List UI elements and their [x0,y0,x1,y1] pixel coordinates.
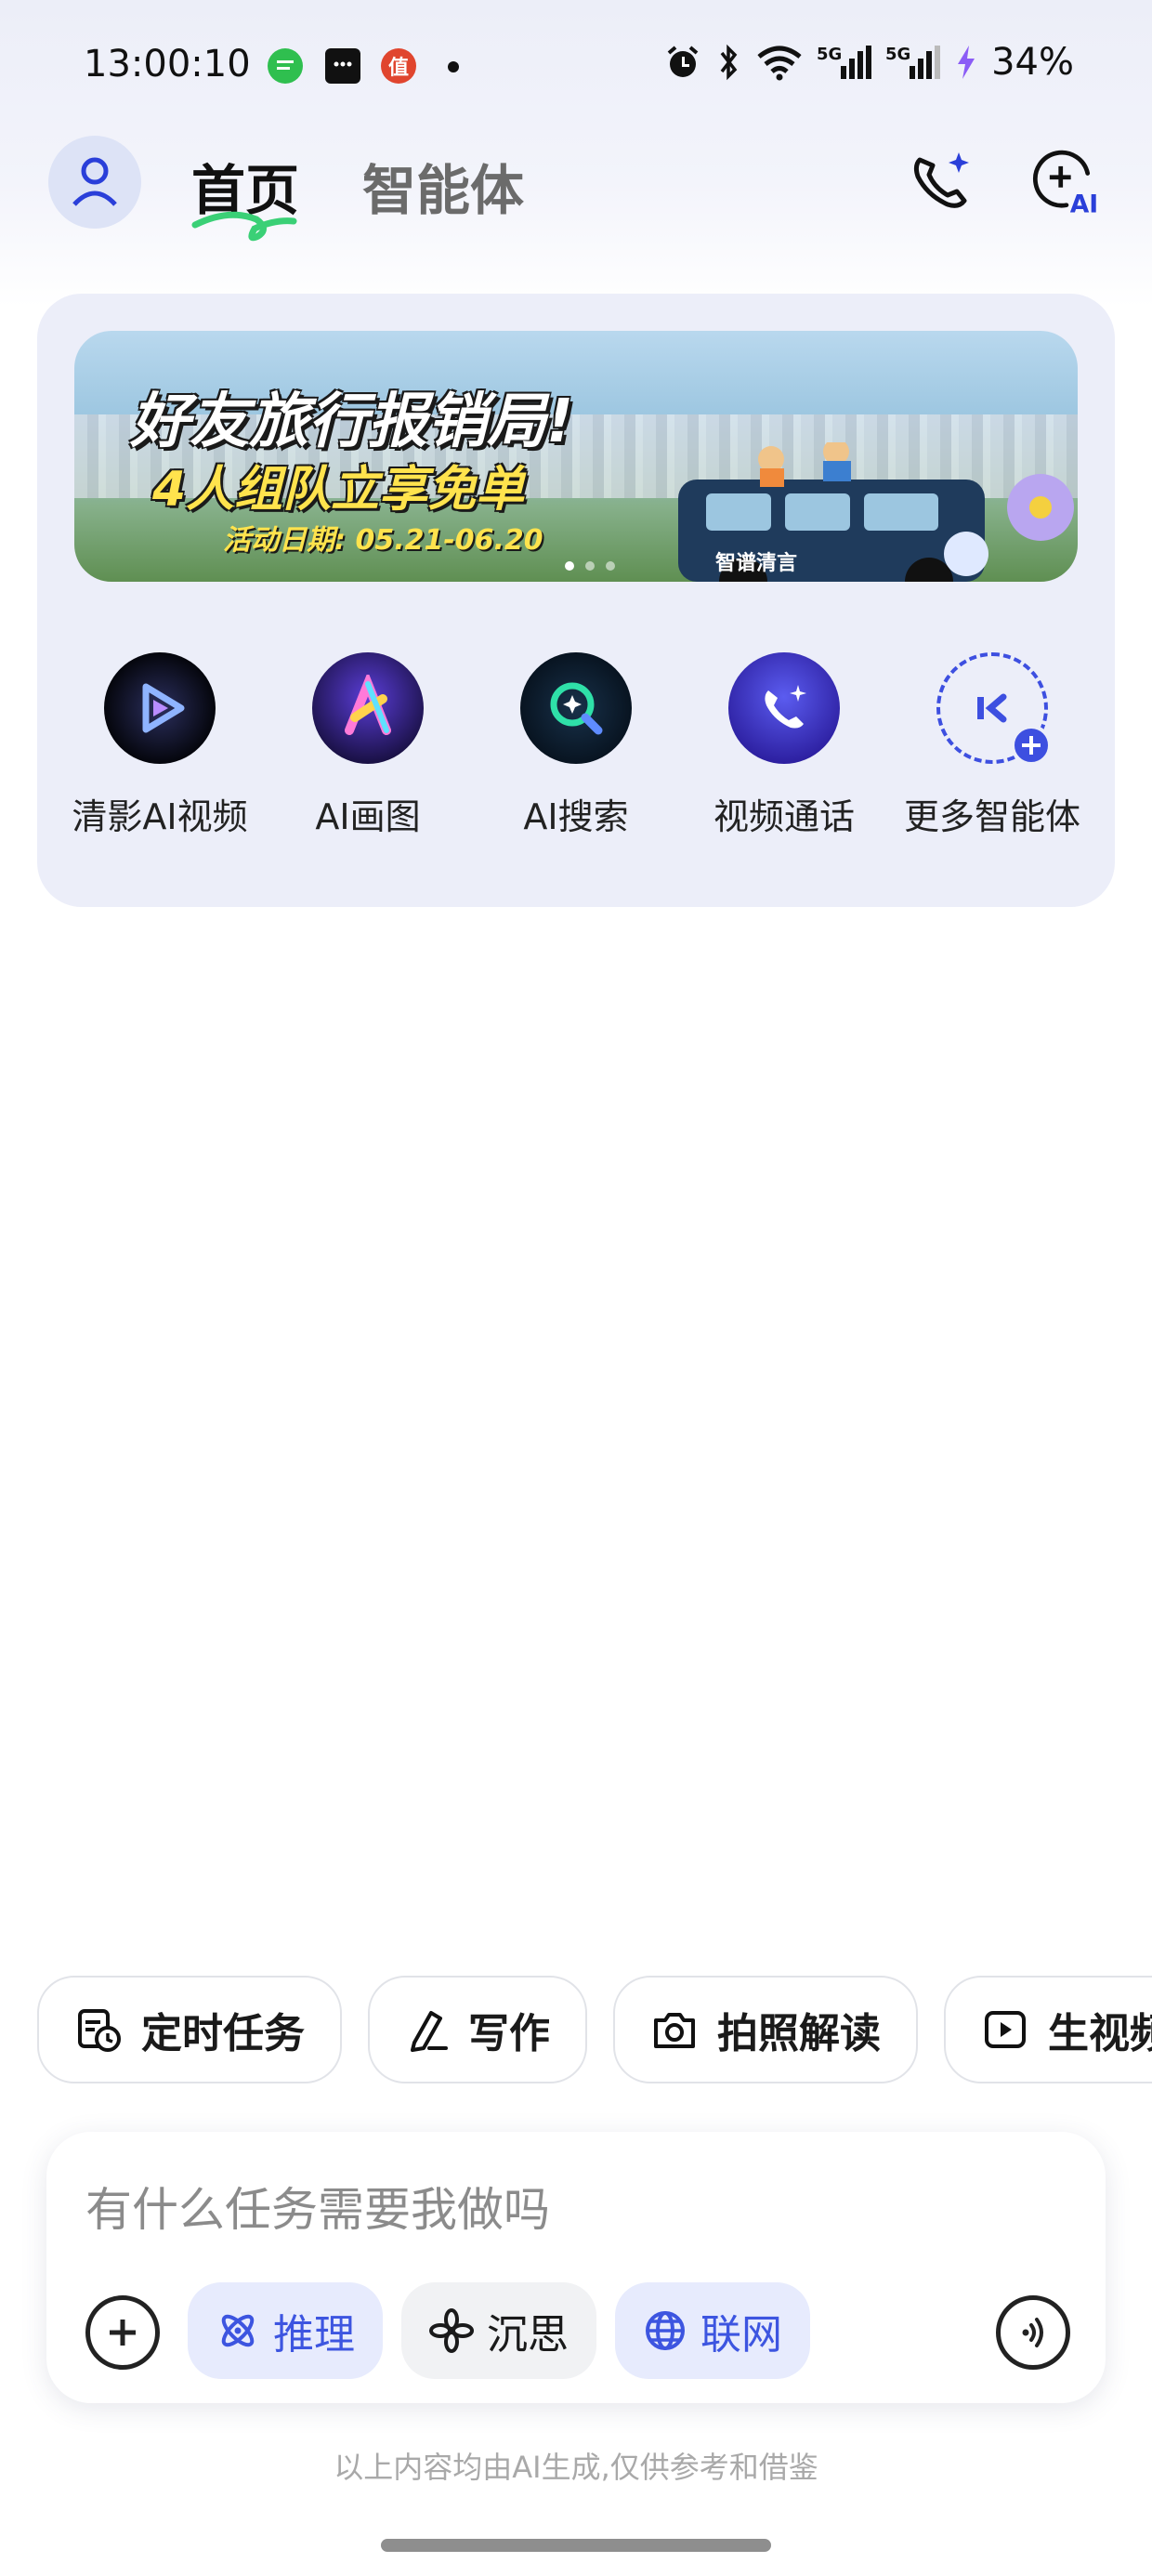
chip-video-gen[interactable]: 生视频 [944,1976,1152,2083]
battery-percent: 34% [991,41,1074,84]
chip-photo-read[interactable]: 拍照解读 [613,1976,918,2083]
atom-icon [221,2314,255,2347]
scheduled-task-icon [78,2009,121,2052]
mode-label: 推理 [273,2311,355,2359]
chip-label: 定时任务 [141,2010,305,2057]
ai-search-icon [520,652,632,764]
phone-ai-button[interactable] [907,147,977,217]
profile-icon [72,157,117,206]
pager-dot [565,561,574,571]
promo-banner[interactable]: 好友旅行报销局! 4人组队立享免单 活动日期: 05.21-06.20 智谱清言 [74,331,1078,582]
add-ai-icon: AI [1033,150,1098,218]
app-badge-icon: 值 [381,48,416,84]
message-icon [325,48,360,84]
shortcut-label: AI搜索 [523,796,629,837]
status-time: 13:00:10 [84,43,251,85]
mode-label: 沉思 [487,2311,569,2359]
shortcut-label: 视频通话 [713,796,855,837]
charging-icon [958,46,975,79]
shortcut-grid: 清影AI视频 AI画图 AI搜索 视频通话 更多智能体 [37,652,1115,857]
plus-icon [110,2320,136,2346]
feature-card: 好友旅行报销局! 4人组队立享免单 活动日期: 05.21-06.20 智谱清言… [37,294,1115,907]
chip-label: 拍照解读 [717,2010,881,2057]
pager-dot [606,561,615,571]
video-call-icon [728,652,840,764]
play-icon [985,2011,1026,2048]
bluetooth-icon [720,44,738,81]
flower-icon [429,2308,474,2353]
shortcut-more-agents[interactable]: 更多智能体 [888,652,1096,839]
tab-active-underline [191,211,297,242]
mode-contemplate[interactable]: 沉思 [401,2282,596,2379]
voice-icon [1022,2318,1043,2347]
globe-icon [646,2311,685,2350]
pen-icon [411,2011,448,2052]
shortcut-ai-video[interactable]: 清影AI视频 [56,652,264,839]
ai-disclaimer: 以上内容均由AI生成,仅供参考和借鉴 [334,2450,818,2485]
home-indicator[interactable] [381,2539,771,2552]
camera-icon [654,2013,695,2048]
status-icons: 5G 5G 34% [664,41,1074,84]
banner-date: 活动日期: 05.21-06.20 [223,524,543,557]
banner-pager [565,561,615,571]
quick-actions-row[interactable]: 定时任务 写作 拍照解读 生视频 [37,1976,1152,2087]
svg-text:5G: 5G [885,45,910,64]
car-illustration [678,442,1074,582]
prompt-input[interactable]: 有什么任务需要我做吗 [85,2173,550,2240]
wifi-icon [757,46,802,81]
dot-icon [448,61,459,72]
signal-icon: 5G [885,45,941,79]
banner-title: 好友旅行报销局! [130,388,574,456]
ai-draw-icon [312,652,424,764]
top-nav: 首页 智能体 AI [0,130,1152,242]
svg-text:AI: AI [1070,190,1098,218]
tab-agents[interactable]: 智能体 [362,147,524,225]
banner-brand: 智谱清言 [715,552,798,575]
phone-ai-icon [913,152,969,208]
mode-web[interactable]: 联网 [615,2282,810,2379]
shortcut-video-call[interactable]: 视频通话 [680,652,888,839]
shortcut-label: 更多智能体 [903,796,1080,837]
mode-label: 联网 [700,2311,782,2359]
composer: 有什么任务需要我做吗 推理 沉思 联网 [46,2132,1106,2403]
shortcut-ai-draw[interactable]: AI画图 [264,652,472,839]
plus-badge-icon [1011,725,1052,766]
video-play-icon [104,652,216,764]
chat-bubble-icon [268,48,303,84]
attach-button[interactable] [85,2295,160,2370]
add-ai-button[interactable]: AI [1029,147,1100,218]
status-bar: 13:00:10 值 5G 5G 34% [0,0,1152,139]
alarm-icon [667,46,699,77]
shortcut-ai-search[interactable]: AI搜索 [472,652,680,839]
banner-subtitle: 4人组队立享免单 [152,462,525,518]
chip-label: 写作 [468,2010,550,2057]
more-agents-icon [936,652,1052,766]
chip-writing[interactable]: 写作 [368,1976,587,2083]
shortcut-label: AI画图 [315,796,421,837]
pager-dot [585,561,595,571]
signal-icon: 5G [817,45,872,79]
chip-label: 生视频 [1048,2010,1152,2057]
svg-text:5G: 5G [817,45,842,64]
shortcut-label: 清影AI视频 [72,796,248,837]
mode-reasoning[interactable]: 推理 [188,2282,383,2379]
chip-scheduled-task[interactable]: 定时任务 [37,1976,342,2083]
profile-button[interactable] [48,136,141,229]
voice-button[interactable] [996,2295,1070,2370]
